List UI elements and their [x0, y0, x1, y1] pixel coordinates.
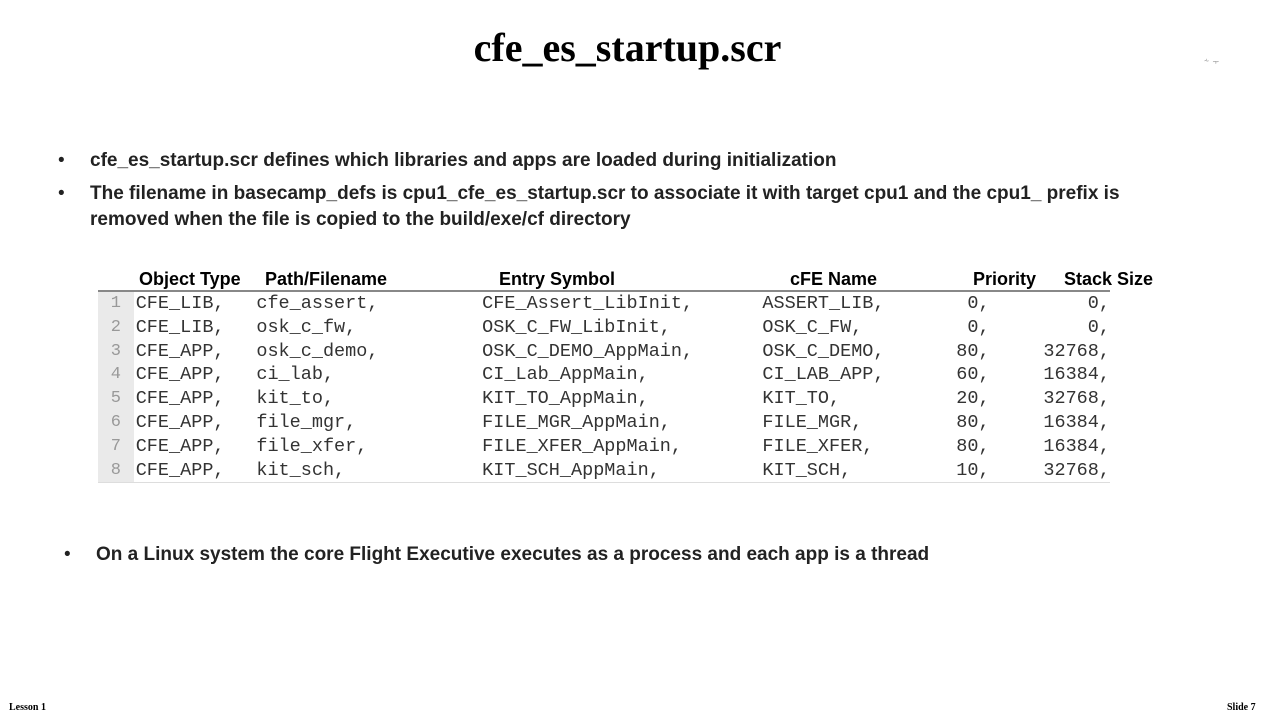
cell-stack-size: 16384,: [1043, 411, 1110, 433]
cell-cfe-name: KIT_SCH,: [762, 459, 852, 481]
footer-slide-number: Slide 7: [1227, 702, 1256, 713]
bullet-text: cfe_es_startup.scr defines which librari…: [90, 150, 837, 171]
cell-priority: 80,: [956, 435, 990, 457]
cell-cfe-name: FILE_MGR,: [762, 411, 863, 433]
bullet-dot-icon: •: [58, 183, 65, 204]
cell-stack-size: 0,: [1087, 316, 1110, 338]
header-stack-size: Stack Size: [1064, 269, 1154, 289]
cell-entry-symbol: KIT_TO_AppMain,: [482, 388, 649, 410]
cell-stack-size: 32768,: [1043, 340, 1110, 362]
cell-priority: 0,: [967, 316, 990, 338]
cell-object-type: CFE_LIB,: [135, 293, 225, 314]
line-number: 7: [98, 434, 134, 459]
column-headers: Object Type Path/Filename Entry Symbol c…: [98, 268, 1168, 290]
table-row: 6 CFE_APP, file_mgr, FILE_MGR_AppMain, FILE_…: [98, 410, 1110, 435]
line-number: 2: [98, 315, 134, 340]
cell-stack-size: 16384,: [1043, 435, 1110, 457]
cell-object-type: CFE_APP,: [135, 411, 225, 433]
bullet-dot-icon: •: [64, 544, 71, 565]
bottom-bullet: • On a Linux system the core Flight Exec…: [64, 542, 1164, 568]
cell-path-filename: ci_lab,: [256, 364, 335, 386]
cell-entry-symbol: FILE_XFER_AppMain,: [482, 435, 683, 457]
cell-cfe-name: OSK_C_FW,: [762, 316, 863, 338]
cell-path-filename: file_mgr,: [256, 411, 357, 433]
cell-priority: 80,: [956, 411, 990, 433]
cell-stack-size: 32768,: [1043, 388, 1110, 410]
cell-priority: 10,: [956, 459, 990, 481]
cell-priority: 20,: [956, 388, 990, 410]
startup-script-listing: Object Type Path/Filename Entry Symbol c…: [98, 268, 1168, 484]
cell-path-filename: osk_c_fw,: [256, 316, 357, 338]
line-number: 1: [98, 291, 134, 316]
line-number: 8: [98, 458, 134, 483]
line-number: 3: [98, 339, 134, 364]
header-path-filename: Path/Filename: [265, 269, 388, 289]
bottom-bullet-text: On a Linux system the core Flight Execut…: [96, 544, 930, 565]
cell-priority: 80,: [956, 340, 990, 362]
cell-object-type: CFE_APP,: [135, 435, 225, 457]
bullet-list: • cfe_es_startup.scr defines which libra…: [58, 148, 1138, 240]
slide-title: cfe_es_startup.scr: [473, 25, 782, 70]
corner-mark-icon: ⸞ ⸟: [1204, 57, 1220, 67]
bullet-text: The filename in basecamp_defs is cpu1_cf…: [90, 183, 1120, 230]
cell-path-filename: kit_to,: [256, 388, 335, 410]
cell-entry-symbol: CFE_Assert_LibInit,: [482, 293, 694, 314]
table-row: 2 CFE_LIB, osk_c_fw, OSK_C_FW_LibInit, OSK_C…: [98, 315, 1110, 340]
cell-object-type: CFE_LIB,: [135, 316, 225, 338]
line-number: 5: [98, 387, 134, 411]
cell-cfe-name: FILE_XFER,: [762, 435, 874, 457]
cell-object-type: CFE_APP,: [135, 364, 225, 386]
cell-cfe-name: OSK_C_DEMO,: [762, 340, 885, 362]
cell-object-type: CFE_APP,: [135, 388, 225, 410]
header-object-type: Object Type: [139, 269, 241, 289]
cell-cfe-name: ASSERT_LIB,: [762, 293, 885, 314]
cell-stack-size: 32768,: [1043, 459, 1110, 481]
header-priority: Priority: [973, 269, 1037, 289]
bullet-item: • The filename in basecamp_defs is cpu1_…: [58, 181, 1138, 233]
table-row: 8 CFE_APP, kit_sch, KIT_SCH_AppMain, KIT_SCH…: [98, 458, 1110, 483]
header-entry-symbol: Entry Symbol: [499, 269, 616, 289]
cell-stack-size: 0,: [1087, 293, 1110, 314]
cell-path-filename: kit_sch,: [256, 459, 346, 481]
cell-cfe-name: CI_LAB_APP,: [762, 364, 885, 386]
startup-table: 1 CFE_LIB, cfe_assert, CFE_Assert_LibInit, A…: [98, 290, 1110, 484]
cell-entry-symbol: KIT_SCH_AppMain,: [482, 459, 660, 481]
footer-lesson: Lesson 1: [9, 702, 46, 713]
table-row: 7 CFE_APP, file_xfer, FILE_XFER_AppMain, FIL…: [98, 434, 1110, 459]
bullet-dot-icon: •: [58, 150, 65, 171]
startup-table-body: 1 CFE_LIB, cfe_assert, CFE_Assert_LibInit, A…: [98, 291, 1110, 483]
header-cfe-name: cFE Name: [790, 269, 878, 289]
cell-path-filename: file_xfer,: [256, 435, 368, 457]
cell-path-filename: osk_c_demo,: [256, 340, 379, 362]
cell-object-type: CFE_APP,: [135, 459, 225, 481]
table-row: 5 CFE_APP, kit_to, KIT_TO_AppMain, KIT_TO, 20…: [98, 387, 1110, 411]
cell-priority: 0,: [967, 293, 990, 314]
cell-entry-symbol: CI_Lab_AppMain,: [482, 364, 649, 386]
cell-path-filename: cfe_assert,: [256, 293, 379, 314]
cell-entry-symbol: OSK_C_FW_LibInit,: [482, 316, 671, 338]
table-row: 4 CFE_APP, ci_lab, CI_Lab_AppMain, CI_LAB_AP…: [98, 363, 1110, 388]
table-row: 3 CFE_APP, osk_c_demo, OSK_C_DEMO_AppMain, O…: [98, 339, 1110, 364]
line-number: 4: [98, 363, 134, 388]
cell-stack-size: 16384,: [1043, 364, 1110, 386]
bullet-item: • cfe_es_startup.scr defines which libra…: [58, 148, 1138, 174]
cell-entry-symbol: FILE_MGR_AppMain,: [482, 411, 671, 433]
line-number: 6: [98, 410, 134, 435]
cell-cfe-name: KIT_TO,: [762, 388, 841, 410]
table-row: 1 CFE_LIB, cfe_assert, CFE_Assert_LibInit, A…: [98, 291, 1110, 316]
cell-object-type: CFE_APP,: [135, 340, 225, 362]
cell-entry-symbol: OSK_C_DEMO_AppMain,: [482, 340, 694, 362]
cell-priority: 60,: [956, 364, 990, 386]
